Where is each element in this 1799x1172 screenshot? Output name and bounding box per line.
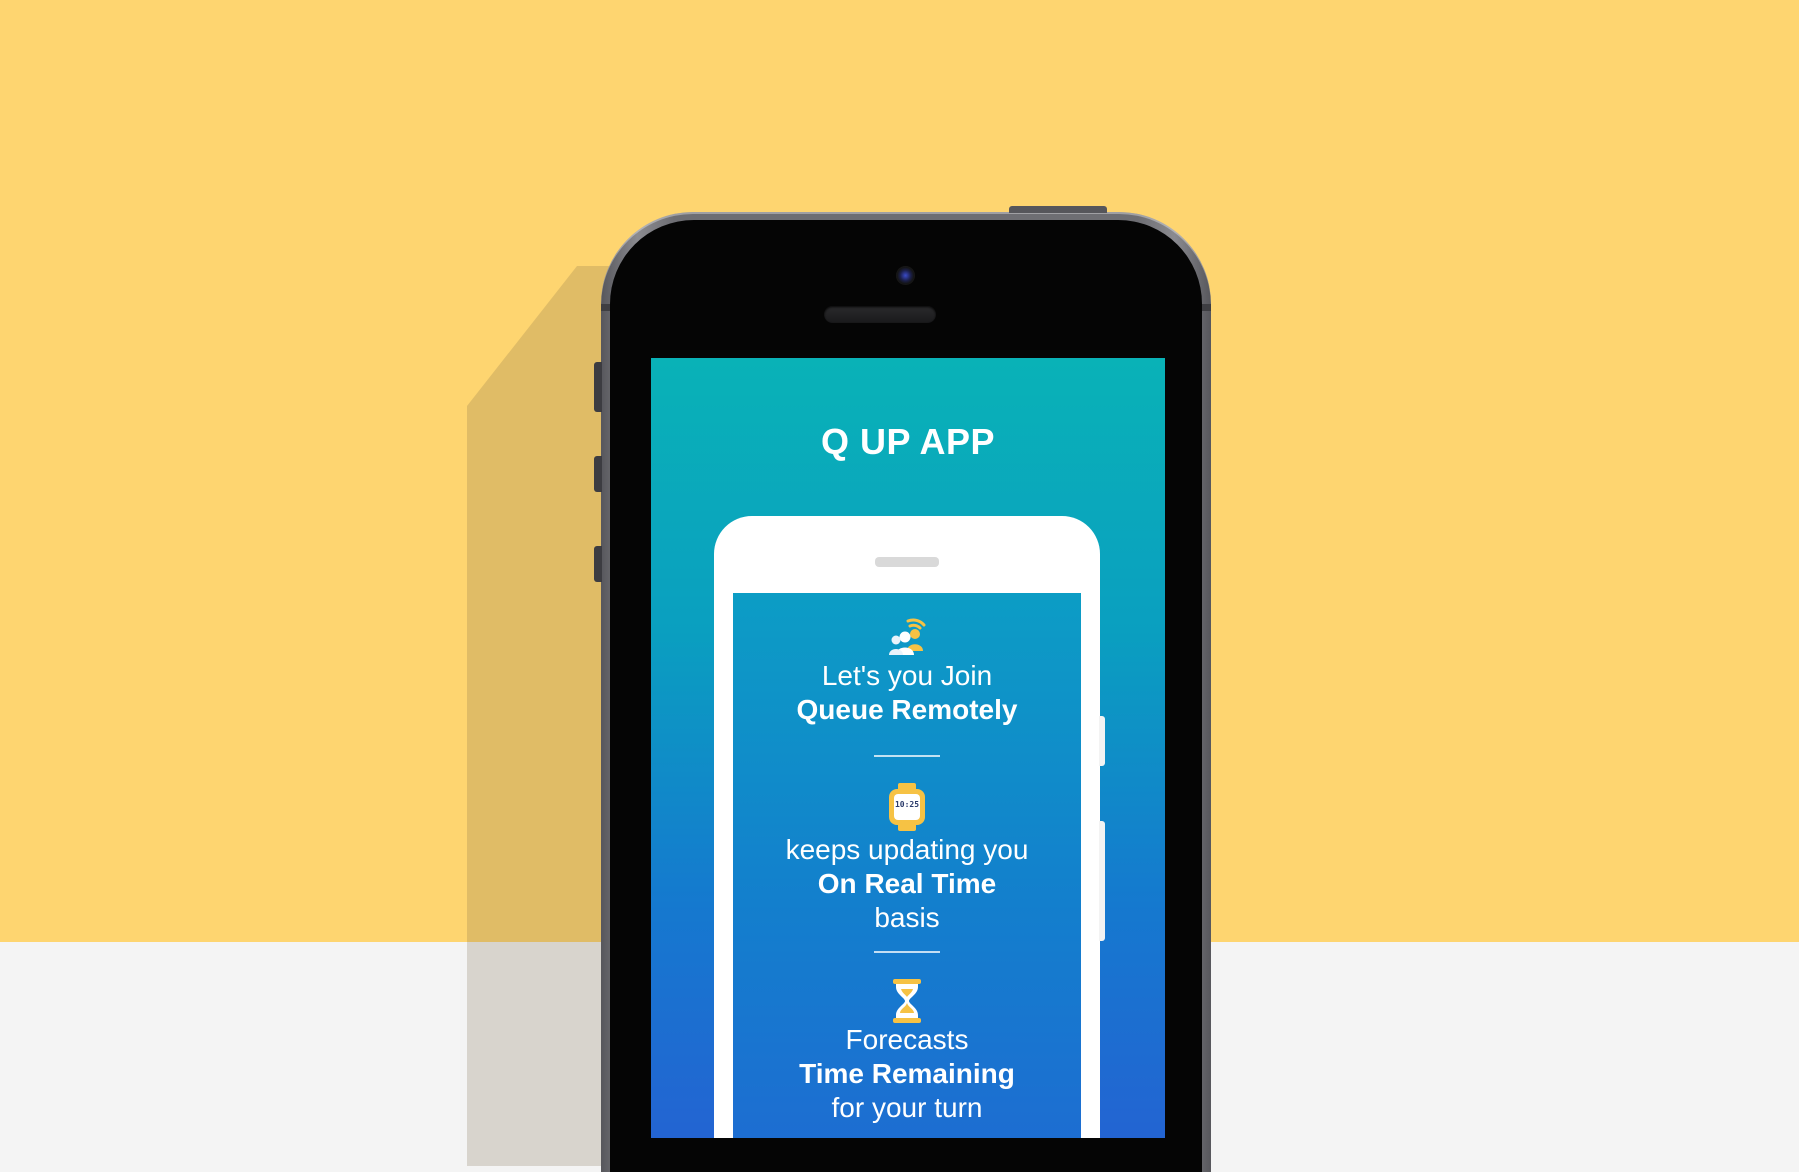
feature-line: keeps updating you [785,834,1029,865]
illustrated-phone-button [1099,821,1105,941]
mute-switch [594,362,602,412]
feature-highlight: Time Remaining [799,1058,1015,1089]
app-title: Q UP APP [820,421,996,462]
illustrated-phone-speaker [875,557,939,567]
feature-divider [874,951,940,953]
app-screen: Q UP APP Let's you Join Queue Remotely 1… [651,358,1165,1138]
feature-time-remaining: Forecasts Time Remaining for your turn [733,1023,1081,1125]
antenna-band-left [601,304,610,311]
front-camera-icon [896,266,915,285]
feature-line: for your turn [831,1092,983,1123]
illustrated-phone-screen: Let's you Join Queue Remotely 10:25 keep… [733,593,1081,1138]
remote-queue-people-icon [889,618,926,655]
power-button [1009,206,1107,213]
feature-divider [874,755,940,757]
illustrated-phone: Let's you Join Queue Remotely 10:25 keep… [714,516,1105,1138]
watch-time-text: 10:25 [894,800,920,809]
illustrated-phone-button [1099,716,1105,766]
hourglass-icon [893,979,921,1023]
earpiece-speaker [824,306,936,323]
feature-line: basis [874,902,940,933]
feature-highlight: On Real Time [817,868,997,899]
watch-clock-icon: 10:25 [887,783,927,831]
feature-line: Forecasts [845,1024,969,1055]
volume-up-button [594,456,602,492]
volume-down-button [594,546,602,582]
feature-line: Let's you Join [821,660,993,691]
feature-highlight: Queue Remotely [796,694,1018,725]
feature-join-queue: Let's you Join Queue Remotely [733,659,1081,727]
antenna-band-right [1202,304,1211,311]
feature-real-time: keeps updating you On Real Time basis [733,833,1081,935]
